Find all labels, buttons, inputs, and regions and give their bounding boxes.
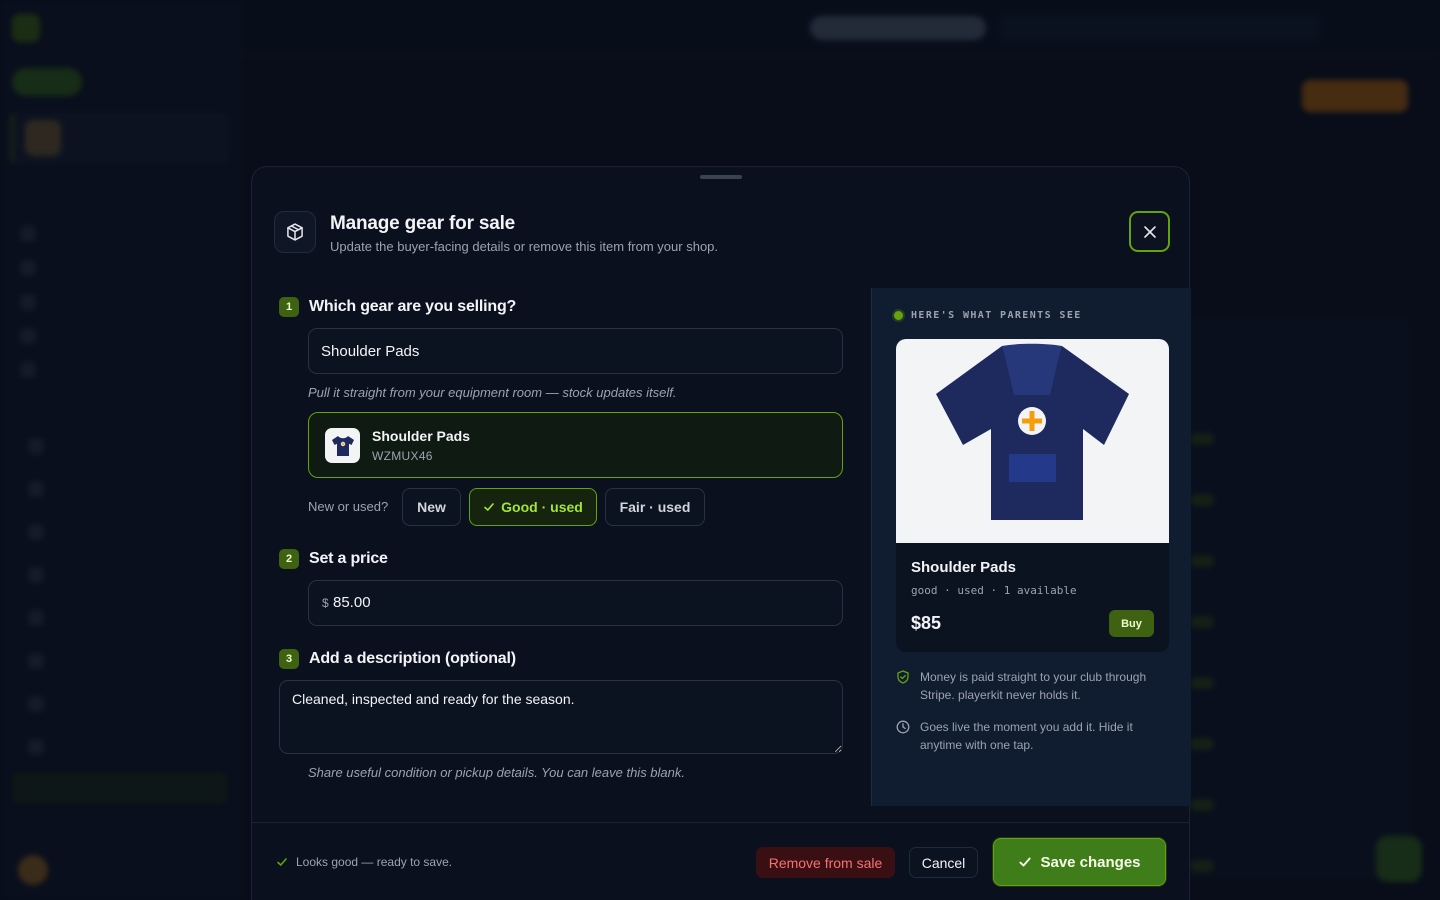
- step-label: Set a price: [309, 550, 388, 567]
- condition-option-new[interactable]: New: [402, 488, 461, 526]
- check-icon: [277, 858, 287, 866]
- selected-gear-sku: WZMUX46: [372, 449, 433, 463]
- check-icon: [484, 503, 494, 511]
- modal-footer: Looks good — ready to save. Remove from …: [252, 822, 1189, 900]
- step-number: 3: [279, 649, 299, 669]
- save-changes-label: Save changes: [1040, 853, 1141, 871]
- preview-info-item: Goes live the moment you add it. Hide it…: [896, 718, 1171, 754]
- description-textarea[interactable]: Cleaned, inspected and ready for the sea…: [279, 680, 843, 754]
- clock-icon: [896, 720, 910, 734]
- preview-info-item: Money is paid straight to your club thro…: [896, 668, 1171, 704]
- price-value: 85.00: [333, 594, 371, 611]
- close-icon: [1143, 225, 1156, 238]
- check-icon: [1019, 857, 1032, 867]
- selected-gear-name: Shoulder Pads: [372, 428, 471, 444]
- drag-handle[interactable]: [700, 175, 742, 179]
- step-price: 2 Set a price: [279, 549, 388, 569]
- modal-title: Manage gear for sale: [330, 213, 516, 234]
- condition-option-label: Good · used: [501, 499, 583, 515]
- cancel-button[interactable]: Cancel: [909, 847, 978, 878]
- step-number: 1: [279, 297, 299, 317]
- buyer-preview-panel: HERE'S WHAT PARENTS SEE Shoulder Pads go…: [871, 288, 1191, 806]
- selected-gear-card[interactable]: Shoulder Pads WZMUX46: [308, 412, 843, 478]
- step-label: Which gear are you selling?: [309, 298, 517, 315]
- validation-status-text: Looks good — ready to save.: [296, 855, 453, 869]
- preview-product-name: Shoulder Pads: [911, 559, 1017, 576]
- package-icon: [274, 211, 316, 253]
- condition-label: New or used?: [308, 499, 389, 514]
- preview-buy-button: Buy: [1109, 610, 1154, 637]
- modal-subtitle: Update the buyer-facing details or remov…: [330, 239, 719, 254]
- validation-status: Looks good — ready to save.: [276, 855, 452, 869]
- price-input[interactable]: [308, 580, 843, 626]
- step-description: 3 Add a description (optional): [279, 649, 516, 669]
- step-label: Add a description (optional): [309, 650, 516, 667]
- condition-option-fair-used[interactable]: Fair · used: [605, 488, 705, 526]
- close-button[interactable]: [1129, 211, 1170, 252]
- preview-product-meta: good · used · 1 available: [911, 584, 1077, 597]
- save-changes-button[interactable]: Save changes: [993, 838, 1166, 886]
- preview-info-text: Money is paid straight to your club thro…: [920, 670, 1147, 702]
- manage-gear-modal: Manage gear for sale Update the buyer-fa…: [251, 166, 1191, 900]
- gear-search-hint: Pull it straight from your equipment roo…: [308, 385, 677, 400]
- preview-info-text: Goes live the moment you add it. Hide it…: [920, 720, 1133, 752]
- description-hint: Share useful condition or pickup details…: [308, 765, 685, 780]
- gear-search-input[interactable]: [308, 328, 843, 374]
- preview-label-text: HERE'S WHAT PARENTS SEE: [911, 310, 1082, 321]
- preview-product-card: Shoulder Pads good · used · 1 available …: [896, 339, 1169, 652]
- step-number: 2: [279, 549, 299, 569]
- preview-label: HERE'S WHAT PARENTS SEE: [894, 310, 1082, 321]
- remove-from-sale-button[interactable]: Remove from sale: [756, 847, 895, 878]
- product-image: [896, 339, 1169, 543]
- preview-product-price: $85: [911, 613, 942, 633]
- condition-option-good-used[interactable]: Good · used: [469, 488, 597, 526]
- live-dot-icon: [894, 311, 903, 320]
- jersey-icon: [325, 428, 360, 463]
- step-gear: 1 Which gear are you selling?: [279, 297, 516, 317]
- currency-symbol: $: [322, 596, 329, 610]
- shield-check-icon: [897, 670, 909, 684]
- jersey-illustration: [936, 343, 1129, 520]
